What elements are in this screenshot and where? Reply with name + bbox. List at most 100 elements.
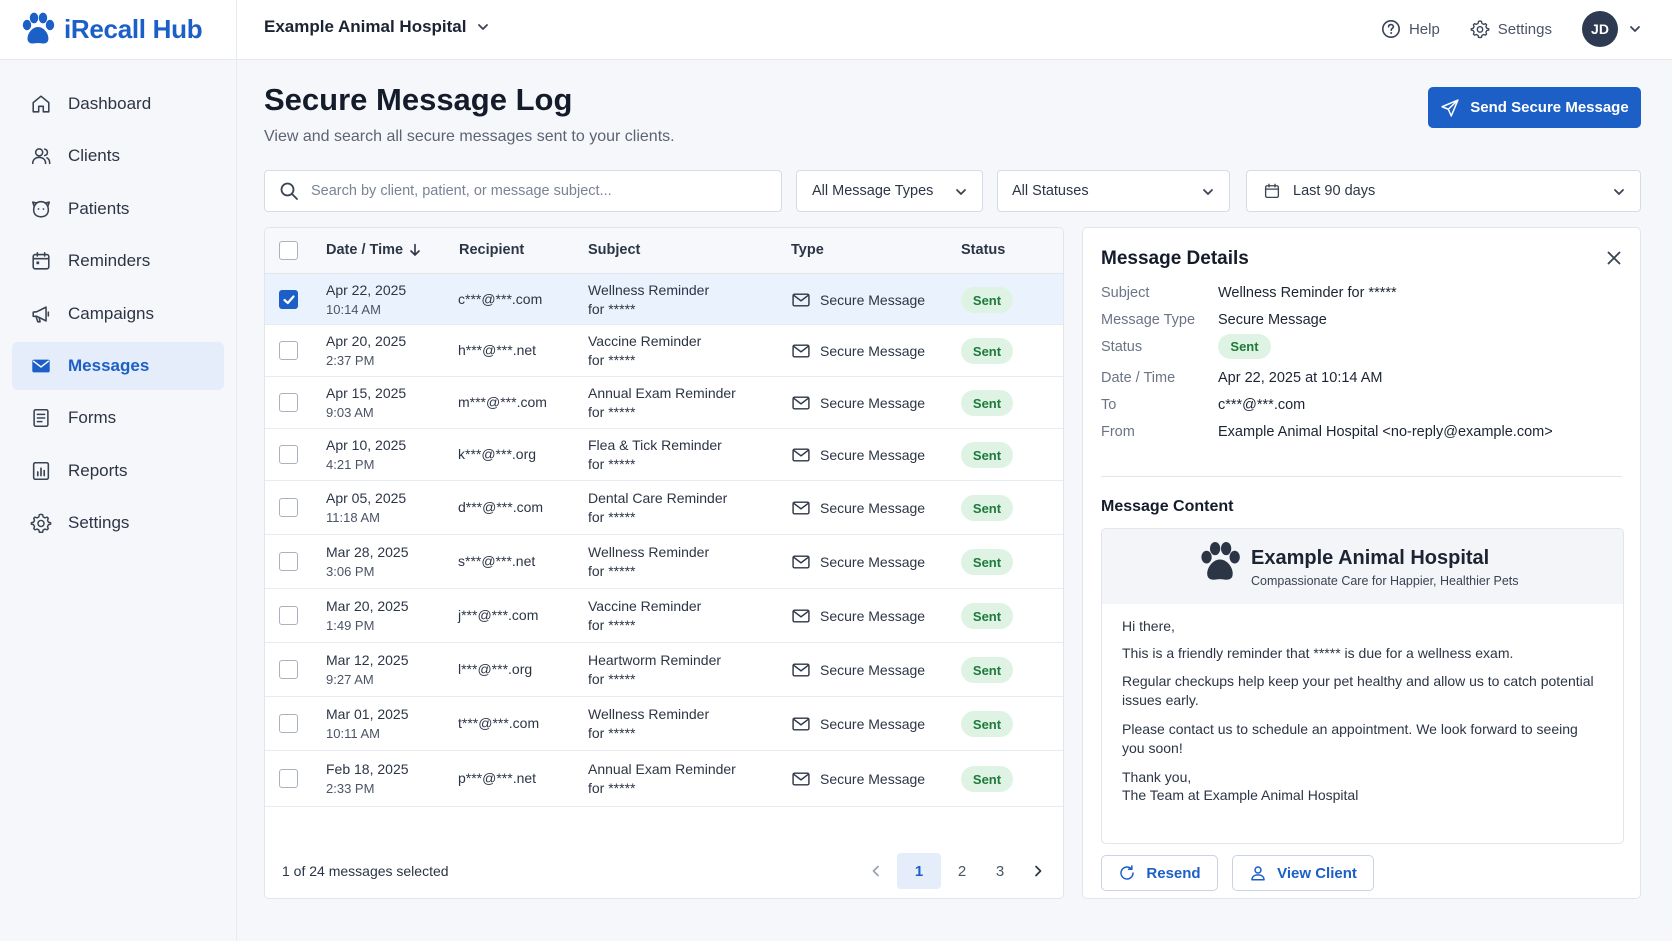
row-subject: Flea & Tick Reminder <box>588 437 722 453</box>
envelope-icon <box>791 498 811 518</box>
envelope-icon <box>30 355 52 377</box>
row-checkbox[interactable] <box>279 606 298 625</box>
envelope-icon <box>791 290 811 310</box>
sidebar-item-messages[interactable]: Messages <box>12 341 224 390</box>
row-subject-cell: Heartworm Reminder for ***** <box>588 651 721 689</box>
column-date-header[interactable]: Date / Time <box>326 242 421 258</box>
row-checkbox[interactable] <box>279 393 298 412</box>
row-date-cell: Apr 20, 2025 2:37 PM <box>326 332 406 370</box>
detail-label: Status <box>1101 339 1143 355</box>
sidebar-item-reports[interactable]: Reports <box>12 447 224 495</box>
user-menu[interactable]: JD <box>1582 11 1642 47</box>
row-type: Secure Message <box>820 715 926 732</box>
envelope-icon <box>791 341 811 361</box>
date-range-select[interactable]: Last 90 days <box>1246 170 1641 212</box>
next-page-button[interactable] <box>1021 853 1055 889</box>
send-secure-message-button[interactable]: Send Secure Message <box>1428 87 1641 128</box>
row-time: 10:14 AM <box>326 302 381 317</box>
row-date-cell: Apr 10, 2025 4:21 PM <box>326 436 406 474</box>
row-type: Secure Message <box>820 342 926 359</box>
status-select[interactable]: All Statuses <box>997 170 1230 212</box>
pagination: 1 2 3 <box>859 853 1055 889</box>
previous-page-button[interactable] <box>859 853 893 889</box>
sidebar-item-dashboard[interactable]: Dashboard <box>12 80 224 128</box>
row-date: Mar 12, 2025 <box>326 652 409 668</box>
gear-icon <box>30 512 52 534</box>
close-icon[interactable] <box>1606 250 1622 266</box>
column-subject-header[interactable]: Subject <box>588 242 640 258</box>
row-recipient: p***@***.net <box>458 770 537 786</box>
table-row[interactable]: Mar 01, 2025 10:11 AM t***@***.com Wellness… <box>265 697 1063 751</box>
row-date: Mar 20, 2025 <box>326 598 409 614</box>
avatar: JD <box>1582 11 1618 47</box>
details-title: Message Details <box>1101 248 1249 269</box>
sidebar-item-label: Patients <box>68 198 130 218</box>
row-checkbox[interactable] <box>279 660 298 679</box>
sidebar-item-settings[interactable]: Settings <box>12 499 224 547</box>
row-subject: Heartworm Reminder <box>588 652 722 668</box>
column-type-header[interactable]: Type <box>791 242 824 258</box>
app-logo[interactable]: iRecall Hub <box>20 12 203 46</box>
row-checkbox[interactable] <box>279 714 298 733</box>
table-row[interactable]: Apr 22, 2025 10:14 AM c***@***.com Wellness… <box>265 274 1063 325</box>
row-checkbox[interactable] <box>279 498 298 517</box>
row-subject: Vaccine Reminder <box>588 598 702 614</box>
sidebar-item-clients[interactable]: Clients <box>12 132 224 180</box>
column-status-header[interactable]: Status <box>961 242 1005 258</box>
sidebar-item-forms[interactable]: Forms <box>12 394 224 442</box>
sidebar-item-reminders[interactable]: Reminders <box>12 237 224 285</box>
table-row[interactable]: Apr 20, 2025 2:37 PM h***@***.net Vaccine R… <box>265 325 1063 377</box>
row-type: Secure Message <box>820 607 926 624</box>
paw-logo-icon <box>20 12 56 46</box>
help-icon <box>1381 19 1401 39</box>
status-badge: Sent <box>961 603 1013 629</box>
table-row[interactable]: Mar 20, 2025 1:49 PM j***@***.com Vaccine R… <box>265 589 1063 643</box>
table-row[interactable]: Mar 12, 2025 9:27 AM l***@***.org Heartworm… <box>265 643 1063 697</box>
row-checkbox[interactable] <box>279 552 298 571</box>
gear-icon <box>1470 19 1490 39</box>
row-recipient: s***@***.net <box>458 553 536 569</box>
page-2-button[interactable]: 2 <box>945 853 979 889</box>
row-checkbox[interactable] <box>279 769 298 788</box>
home-icon <box>30 93 52 115</box>
app-name: iRecall Hub <box>64 13 203 44</box>
sidebar-item-patients[interactable]: Patients <box>12 185 224 233</box>
row-date-cell: Mar 12, 2025 9:27 AM <box>326 651 409 689</box>
view-client-button[interactable]: View Client <box>1232 855 1374 891</box>
status-badge: Sent <box>961 766 1013 792</box>
row-type: Secure Message <box>820 394 926 411</box>
message-type-select[interactable]: All Message Types <box>796 170 983 212</box>
row-type-cell: Secure Message <box>791 393 925 413</box>
row-subject-for: for ***** <box>588 352 636 368</box>
search-input[interactable] <box>311 183 761 199</box>
table-row[interactable]: Apr 15, 2025 9:03 AM m***@***.com Annual Ex… <box>265 377 1063 429</box>
row-checkbox[interactable] <box>279 290 298 309</box>
email-paragraph: Please contact us to schedule an appoint… <box>1122 721 1578 756</box>
help-link[interactable]: Help <box>1381 19 1440 39</box>
settings-link[interactable]: Settings <box>1470 19 1552 39</box>
resend-label: Resend <box>1146 864 1201 882</box>
resend-button[interactable]: Resend <box>1101 855 1218 891</box>
sidebar-nav: Dashboard Clients Patients Reminders Cam… <box>0 60 236 547</box>
page-1-button[interactable]: 1 <box>897 853 941 889</box>
row-date: Apr 22, 2025 <box>326 282 407 298</box>
row-checkbox[interactable] <box>279 445 298 464</box>
sidebar-item-campaigns[interactable]: Campaigns <box>12 290 224 338</box>
sidebar-item-label: Clients <box>68 146 120 166</box>
email-preview: Example Animal Hospital Compassionate Ca… <box>1101 528 1624 844</box>
page-3-button[interactable]: 3 <box>983 853 1017 889</box>
row-checkbox[interactable] <box>279 341 298 360</box>
row-type: Secure Message <box>820 770 926 787</box>
table-row[interactable]: Apr 05, 2025 11:18 AM d***@***.com Dental C… <box>265 481 1063 535</box>
column-recipient-header[interactable]: Recipient <box>459 242 524 258</box>
row-date: Mar 01, 2025 <box>326 706 409 722</box>
table-row[interactable]: Feb 18, 2025 2:33 PM p***@***.net Annual Ex… <box>265 751 1063 807</box>
envelope-icon <box>791 769 811 789</box>
envelope-icon <box>791 445 811 465</box>
hospital-selector[interactable]: Example Animal Hospital <box>264 17 490 37</box>
select-all-checkbox[interactable] <box>279 241 298 260</box>
table-row[interactable]: Apr 10, 2025 4:21 PM k***@***.org Flea & Ti… <box>265 429 1063 481</box>
table-row[interactable]: Mar 28, 2025 3:06 PM s***@***.net Wellness … <box>265 535 1063 589</box>
row-type: Secure Message <box>820 661 926 678</box>
row-recipient: t***@***.com <box>458 715 540 731</box>
